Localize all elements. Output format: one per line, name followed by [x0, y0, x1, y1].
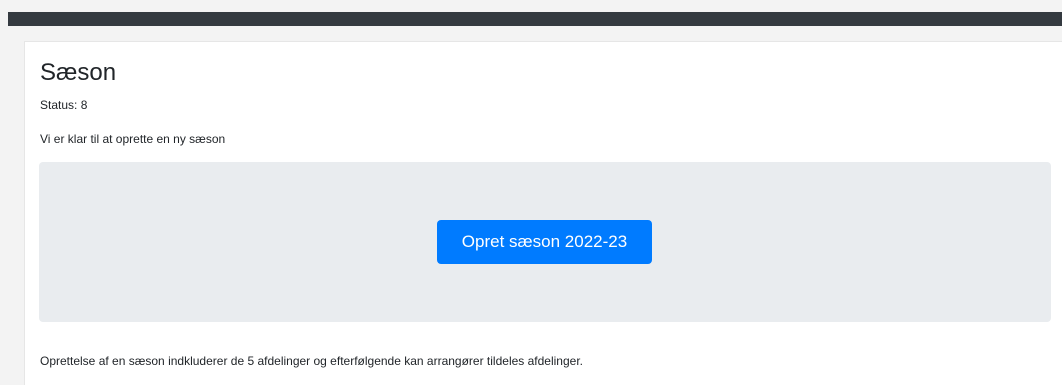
- create-season-panel: Opret sæson 2022-23: [39, 162, 1051, 322]
- create-season-button[interactable]: Opret sæson 2022-23: [437, 220, 652, 264]
- status-text: Status: 8: [40, 98, 88, 112]
- top-navbar: [8, 12, 1062, 26]
- intro-text: Vi er klar til at oprette en ny sæson: [40, 132, 226, 146]
- season-card: Sæson Status: 8 Vi er klar til at oprett…: [24, 41, 1062, 385]
- page-title: Sæson: [40, 59, 117, 86]
- season-info-text: Oprettelse af en sæson indkluderer de 5 …: [40, 354, 583, 368]
